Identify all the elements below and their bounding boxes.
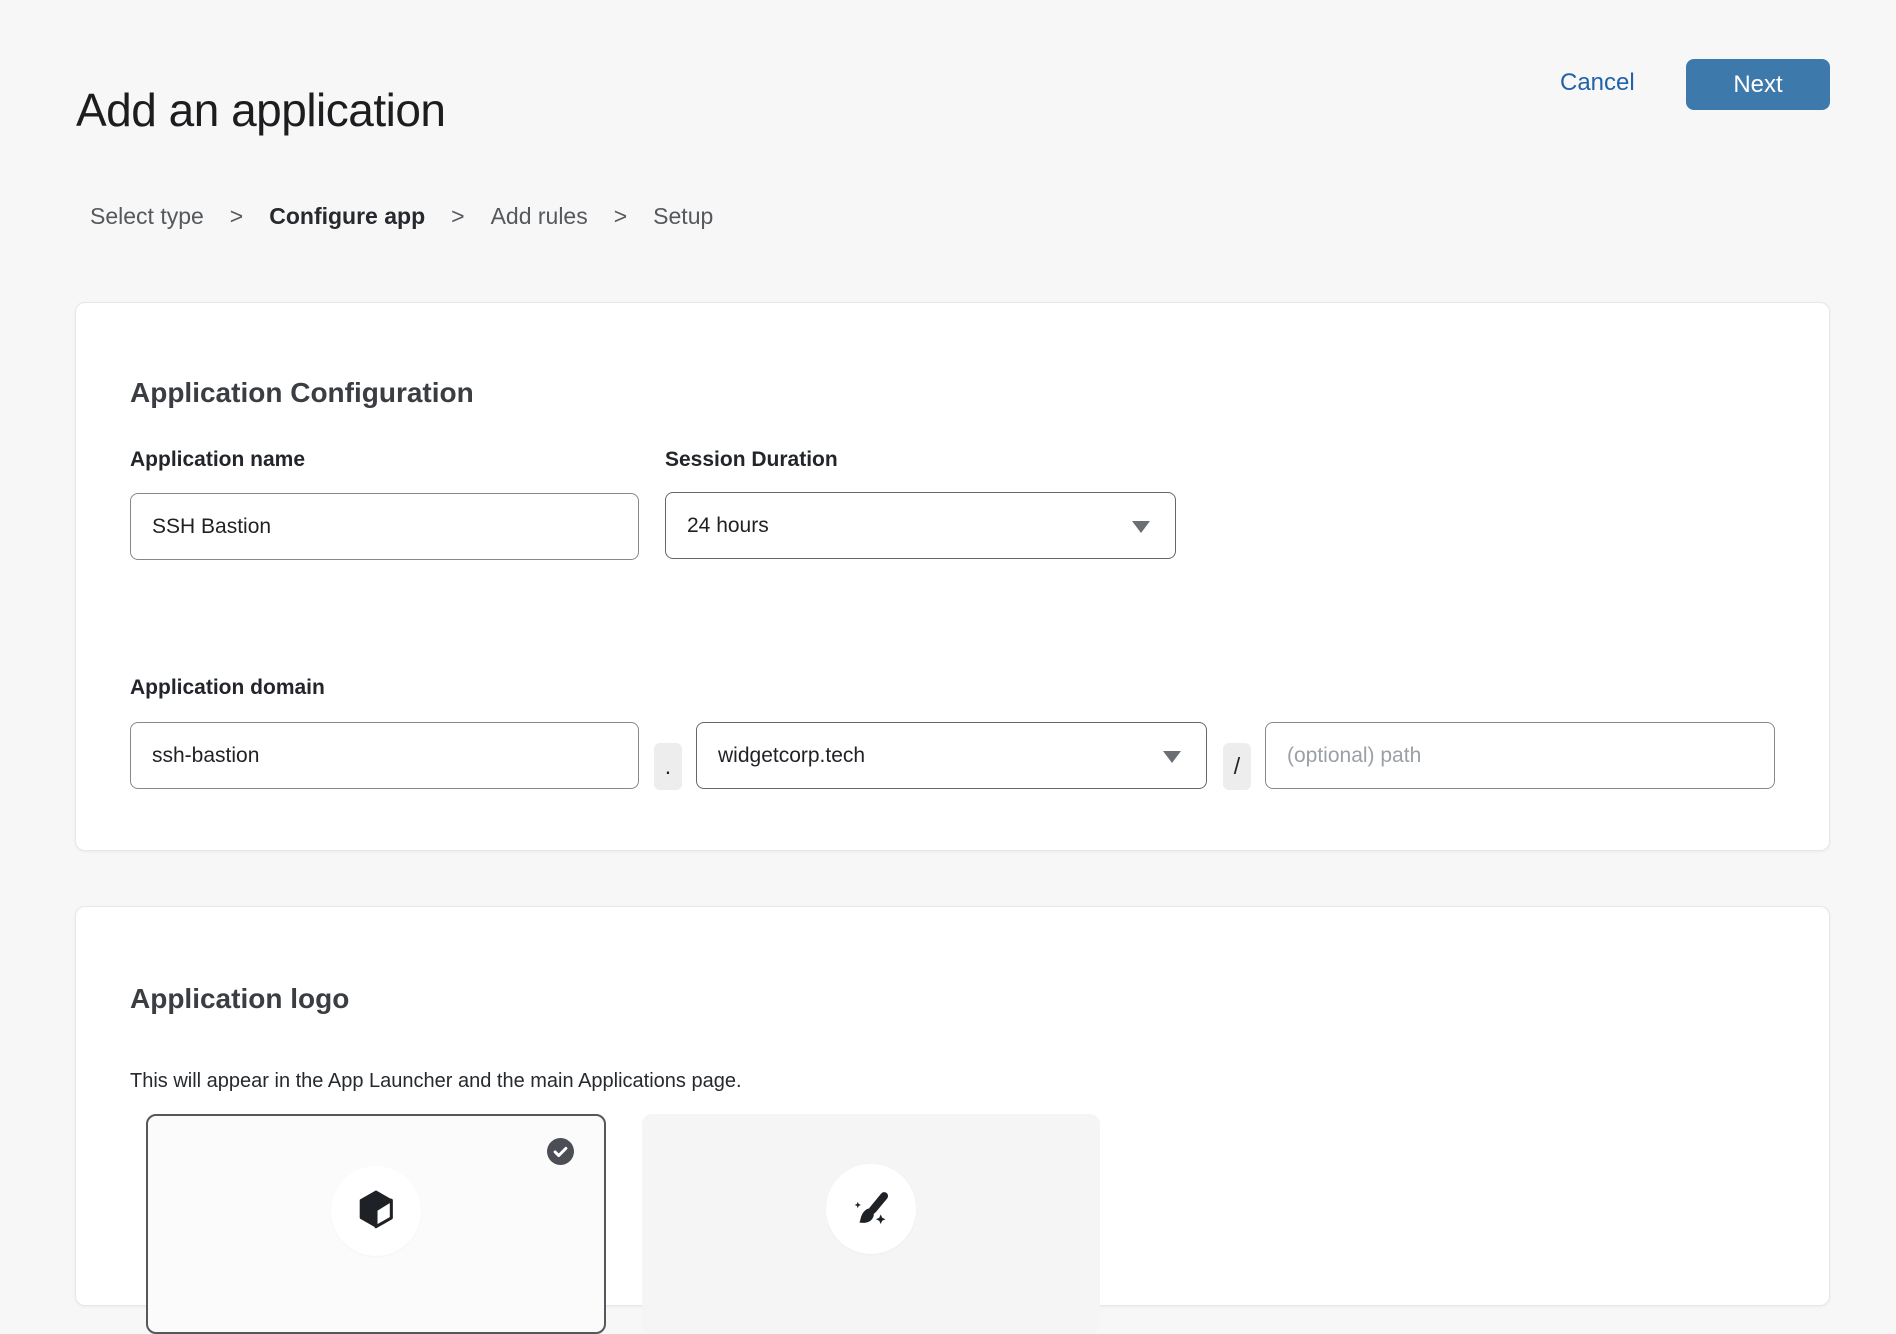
application-logo-card: Application logo This will appear in the… (75, 906, 1830, 1306)
add-application-page: Add an application Cancel Next Select ty… (0, 0, 1896, 1228)
step-add-rules: Add rules (491, 202, 588, 232)
step-separator-icon: > (230, 202, 243, 232)
step-separator-icon: > (614, 202, 627, 232)
path-input[interactable] (1265, 722, 1775, 789)
logo-description: This will appear in the App Launcher and… (130, 1068, 742, 1094)
chevron-down-icon (1132, 521, 1150, 533)
logo-icon-circle (331, 1166, 421, 1256)
session-duration-select[interactable]: 24 hours (665, 492, 1176, 559)
step-select-type: Select type (90, 202, 204, 232)
section-title: Application Configuration (130, 376, 474, 410)
page-title: Add an application (76, 83, 446, 138)
chevron-down-icon (1163, 751, 1181, 763)
domain-select[interactable]: widgetcorp.tech (696, 722, 1207, 789)
logo-option-default[interactable] (146, 1114, 606, 1334)
logo-icon-circle (826, 1164, 916, 1254)
session-duration-value: 24 hours (687, 514, 769, 538)
slash-separator: / (1223, 743, 1251, 790)
dot-separator: . (654, 743, 682, 790)
step-separator-icon: > (451, 202, 464, 232)
application-domain-label: Application domain (130, 675, 325, 700)
step-configure-app: Configure app (269, 202, 425, 232)
section-title: Application logo (130, 982, 349, 1016)
application-name-label: Application name (130, 447, 305, 472)
application-name-input[interactable] (130, 493, 639, 560)
cube-icon (353, 1188, 399, 1234)
session-duration-label: Session Duration (665, 447, 838, 472)
wizard-steps: Select type > Configure app > Add rules … (90, 202, 713, 232)
application-configuration-card: Application Configuration Application na… (75, 302, 1830, 851)
logo-option-custom[interactable] (642, 1114, 1100, 1334)
subdomain-input[interactable] (130, 722, 639, 789)
check-icon (547, 1138, 574, 1165)
next-button[interactable]: Next (1686, 59, 1830, 110)
cancel-button[interactable]: Cancel (1560, 69, 1635, 98)
paintbrush-icon (849, 1187, 893, 1231)
domain-value: widgetcorp.tech (718, 744, 865, 768)
step-setup: Setup (653, 202, 713, 232)
